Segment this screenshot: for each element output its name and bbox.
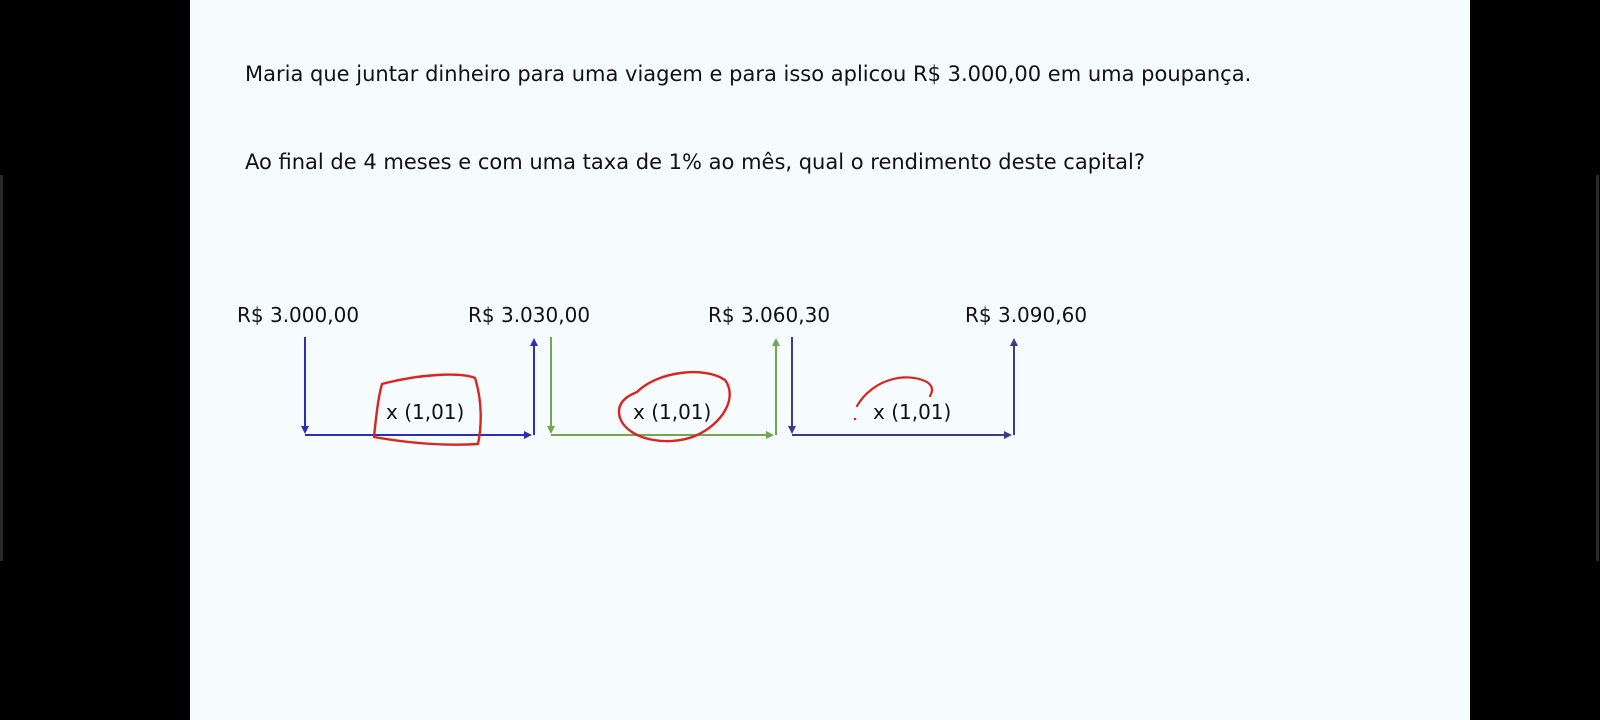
amount-label-start: R$ 3.000,00 xyxy=(237,303,359,327)
timeline-segment-2: x (1,01) xyxy=(547,337,780,439)
compound-interest-timeline: R$ 3.000,00 R$ 3.030,00 R$ 3.060,30 R$ 3… xyxy=(237,303,1087,446)
slide: Maria que juntar dinheiro para uma viage… xyxy=(190,0,1470,720)
screen: Maria que juntar dinheiro para uma viage… xyxy=(0,0,1600,720)
left-edge-bar xyxy=(0,175,3,561)
right-edge-bar xyxy=(1596,175,1599,561)
factor-label-1: x (1,01) xyxy=(386,400,464,424)
factor-label-3: x (1,01) xyxy=(873,400,951,424)
annotation-dot-3 xyxy=(853,417,857,421)
amount-label-month-2: R$ 3.060,30 xyxy=(708,303,830,327)
timeline-segment-1: x (1,01) xyxy=(301,337,538,439)
amount-label-month-1: R$ 3.030,00 xyxy=(468,303,590,327)
factor-label-2: x (1,01) xyxy=(633,400,711,424)
timeline-segment-3: x (1,01) xyxy=(788,337,1018,439)
amount-label-month-3: R$ 3.090,60 xyxy=(965,303,1087,327)
